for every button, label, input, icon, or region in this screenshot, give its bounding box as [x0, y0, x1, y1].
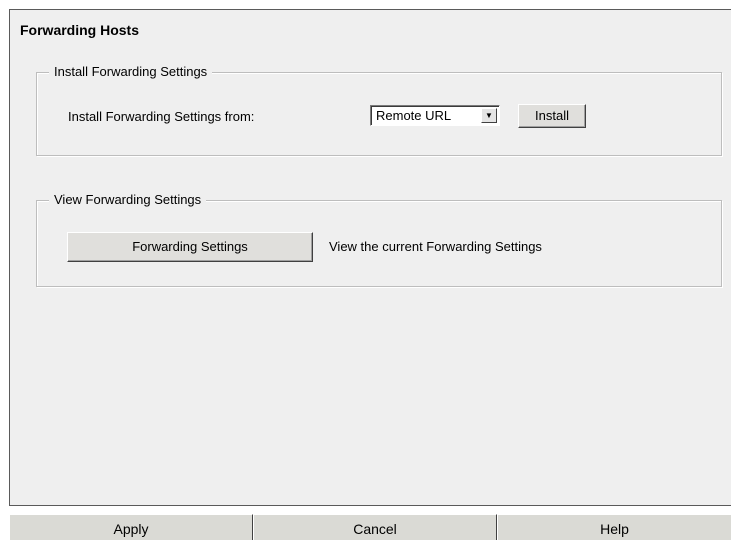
install-source-select[interactable]: Remote URL ▼	[370, 105, 500, 126]
apply-button[interactable]: Apply	[9, 514, 253, 540]
cancel-button[interactable]: Cancel	[253, 514, 497, 540]
help-button[interactable]: Help	[497, 514, 731, 540]
forwarding-settings-description: View the current Forwarding Settings	[329, 239, 542, 254]
install-button[interactable]: Install	[518, 104, 586, 128]
chevron-down-icon[interactable]: ▼	[481, 108, 497, 123]
page-title: Forwarding Hosts	[20, 22, 140, 38]
forwarding-settings-button[interactable]: Forwarding Settings	[67, 232, 313, 262]
install-source-value: Remote URL	[376, 108, 452, 123]
view-forwarding-settings-group: View Forwarding Settings Forwarding Sett…	[36, 192, 722, 287]
install-from-label: Install Forwarding Settings from:	[68, 109, 255, 124]
install-forwarding-settings-group: Install Forwarding Settings Install Forw…	[36, 64, 722, 156]
footer-button-bar: Apply Cancel Help	[9, 514, 731, 540]
install-group-legend: Install Forwarding Settings	[49, 64, 213, 80]
view-group-legend: View Forwarding Settings	[49, 192, 207, 208]
forwarding-hosts-panel: Forwarding Hosts Install Forwarding Sett…	[9, 9, 731, 506]
